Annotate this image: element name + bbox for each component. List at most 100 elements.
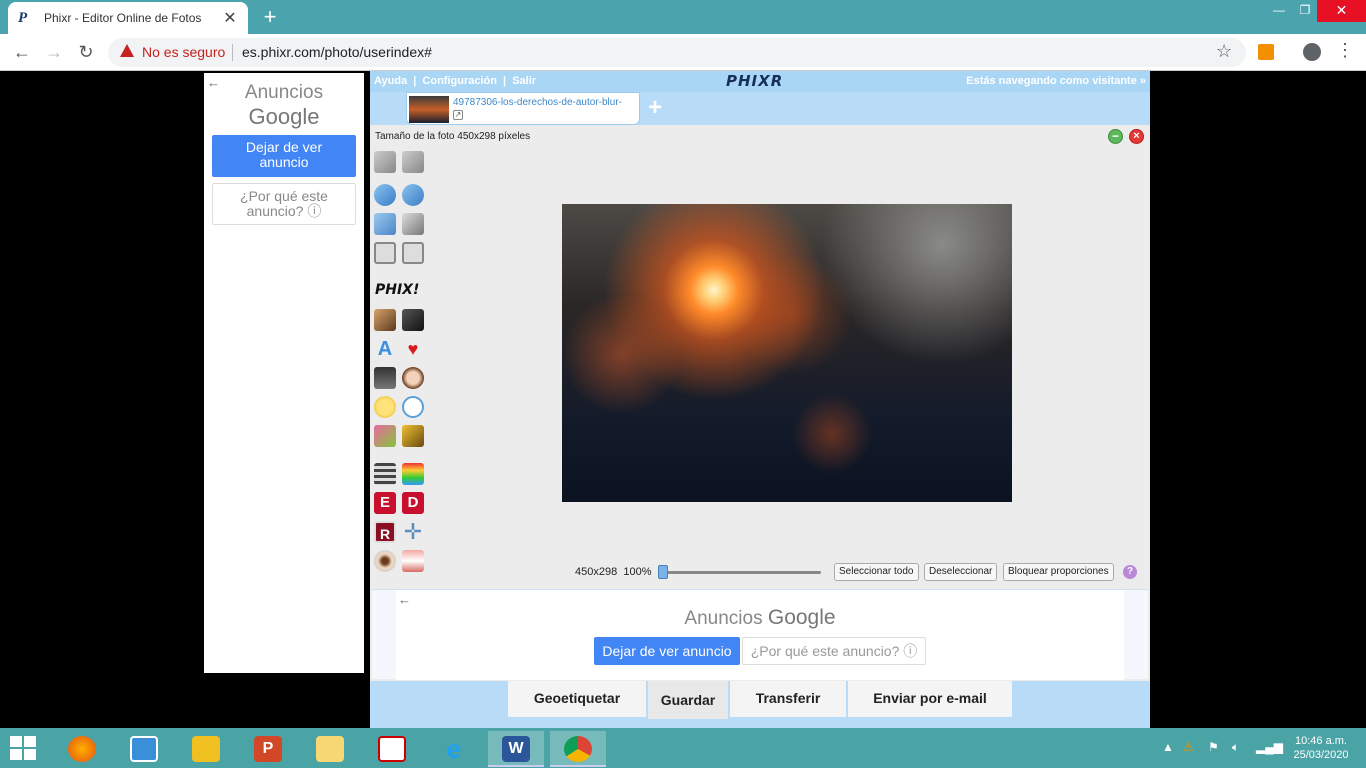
action-center-flag-icon[interactable]: ⚑ (1208, 740, 1219, 754)
link-separator: | (503, 75, 507, 87)
reload-icon[interactable]: ↻ (74, 40, 98, 64)
remote-desktop-taskbar-icon[interactable] (116, 731, 172, 767)
layers-icon[interactable] (402, 425, 424, 447)
heal-icon[interactable]: ✛ (402, 521, 424, 543)
bottom-stop-ad-button[interactable]: Dejar de ver anuncio (594, 637, 740, 665)
browser-tab[interactable]: P Phixr - Editor Online de Fotos ✕ (8, 2, 248, 34)
stop-ad-button[interactable]: Dejar de ver anuncio (212, 135, 356, 177)
bookmark-star-icon[interactable]: ☆ (1216, 41, 1232, 62)
tab-title: Phixr - Editor Online de Fotos (44, 11, 202, 25)
link-separator: | (413, 75, 417, 87)
zoom-slider-handle[interactable] (658, 565, 668, 579)
anydesk-taskbar-icon[interactable] (364, 731, 420, 767)
file-explorer-taskbar-icon[interactable] (302, 731, 358, 767)
eye-icon[interactable] (374, 550, 396, 572)
tab-email[interactable]: Enviar por e-mail (848, 681, 1012, 717)
bottom-ad-back-icon[interactable]: ← (398, 592, 411, 607)
app-header: Ayuda | Configuración | Salir PHIXR Está… (370, 71, 1150, 92)
url-text[interactable]: es.phixr.com/photo/userindex# (242, 44, 432, 60)
photo-tab[interactable]: 49787306-los-derechos-de-autor-blur- ↗ (406, 92, 640, 125)
bottom-why-ad-button[interactable]: ¿Por qué este anuncio? ⓘ (742, 637, 926, 665)
why-ad-button[interactable]: ¿Por qué este anuncio? ⓘ (212, 183, 356, 225)
frame-icon[interactable] (402, 242, 424, 264)
back-icon[interactable]: ← (10, 40, 34, 64)
effects-d-icon[interactable]: D (402, 492, 424, 514)
deselect-button[interactable]: Deseleccionar (924, 563, 998, 581)
action-tabs: Geoetiquetar Guardar Transferir Enviar p… (370, 681, 1150, 728)
shapes-icon[interactable] (374, 425, 396, 447)
clock-time: 10:46 a.m. (1295, 735, 1347, 747)
tray-expand-icon[interactable]: ▲ (1162, 740, 1174, 754)
adjust-icon[interactable] (374, 463, 396, 485)
volume-icon[interactable]: 🔈︎ (1232, 740, 1239, 755)
speech-bubble-icon[interactable] (402, 396, 424, 418)
tab-close-icon[interactable]: ✕ (222, 8, 238, 28)
address-bar[interactable]: No es seguro es.phixr.com/photo/userinde… (108, 38, 1246, 67)
chrome-taskbar-icon[interactable] (550, 731, 606, 767)
tab-save[interactable]: Guardar (648, 681, 728, 719)
photo-tab-name: 49787306-los-derechos-de-autor-blur- (453, 97, 622, 108)
undo-icon[interactable] (374, 151, 396, 173)
bottom-ad-brand: Google (767, 606, 836, 629)
powerpoint-taskbar-icon[interactable]: P (240, 731, 296, 767)
face-effects-icon[interactable] (374, 309, 396, 331)
omnibox-divider (232, 44, 233, 61)
security-label[interactable]: No es seguro (142, 44, 225, 60)
ad-brand: Google (248, 104, 320, 129)
phixr-rules-icon[interactable] (374, 367, 396, 389)
color-bars-icon[interactable] (402, 463, 424, 485)
text-icon[interactable]: A (374, 338, 396, 360)
scale-icon[interactable] (402, 213, 424, 235)
flip-icon[interactable] (374, 184, 396, 206)
redo-icon[interactable] (402, 151, 424, 173)
internet-explorer-taskbar-icon[interactable]: e (426, 731, 482, 767)
profile-avatar-icon[interactable] (1303, 43, 1321, 61)
photo-canvas[interactable] (562, 204, 1012, 502)
teeth-icon[interactable] (402, 550, 424, 572)
phixr-logo[interactable]: PHIXR (726, 72, 783, 90)
tray-app-icon[interactable]: ⚠ (1183, 740, 1194, 754)
resize-icon[interactable] (374, 213, 396, 235)
help-icon[interactable]: ? (1123, 565, 1137, 579)
help-link[interactable]: Ayuda (374, 75, 407, 87)
bottom-ad-panel: ← Anuncios Google Dejar de ver anuncio ¿… (372, 589, 1148, 680)
extension-icon[interactable] (1258, 44, 1274, 60)
minimize-photo-icon[interactable]: − (1108, 129, 1123, 144)
browser-menu-icon[interactable]: ⋮ (1336, 40, 1354, 61)
tab-transfer[interactable]: Transferir (730, 681, 846, 717)
effects-e-icon[interactable]: E (374, 492, 396, 514)
crop-icon[interactable] (374, 242, 396, 264)
network-icon[interactable]: ▂▄▆ (1256, 740, 1283, 754)
emoticon-icon[interactable] (374, 396, 396, 418)
window-close-button[interactable]: ✕ (1317, 0, 1366, 22)
windows-start-icon[interactable] (10, 736, 38, 760)
logout-link[interactable]: Salir (512, 75, 536, 87)
forward-icon[interactable]: → (42, 40, 66, 64)
zoom-slider[interactable] (661, 571, 821, 574)
heart-icon[interactable]: ♥ (402, 338, 424, 360)
select-all-button[interactable]: Seleccionar todo (834, 563, 919, 581)
settings-link[interactable]: Configuración (422, 75, 497, 87)
effects-r-icon[interactable]: R (374, 521, 396, 543)
photo-size-info: Tamaño de la foto 450x298 píxeles (375, 131, 531, 142)
taskbar-clock[interactable]: 10:46 a.m. 25/03/2020 (1288, 734, 1354, 762)
hair-icon[interactable] (402, 367, 424, 389)
bottom-ad-box: ← Anuncios Google Dejar de ver anuncio ¿… (396, 590, 1124, 680)
bottom-ad-title: Anuncios (684, 608, 763, 629)
rotate-icon[interactable] (402, 184, 424, 206)
lock-proportions-button[interactable]: Bloquear proporciones (1003, 563, 1114, 581)
new-tab-button[interactable]: + (258, 5, 282, 29)
add-photo-button[interactable]: + (648, 94, 662, 122)
tab-geotag[interactable]: Geoetiquetar (508, 681, 646, 717)
camera-icon[interactable] (402, 309, 424, 331)
warning-icon (120, 44, 134, 57)
paint-taskbar-icon[interactable] (178, 731, 234, 767)
word-taskbar-icon[interactable]: W (488, 731, 544, 767)
zoom-text: 100% (623, 566, 652, 578)
visitor-link[interactable]: Estás navegando como visitante » (966, 75, 1146, 87)
app-links: Ayuda | Configuración | Salir (374, 75, 536, 87)
photo-dimensions: 450x298 100% (575, 566, 651, 578)
firefox-taskbar-icon[interactable] (54, 731, 110, 767)
link-icon[interactable]: ↗ (453, 110, 463, 120)
close-photo-icon[interactable]: × (1129, 129, 1144, 144)
